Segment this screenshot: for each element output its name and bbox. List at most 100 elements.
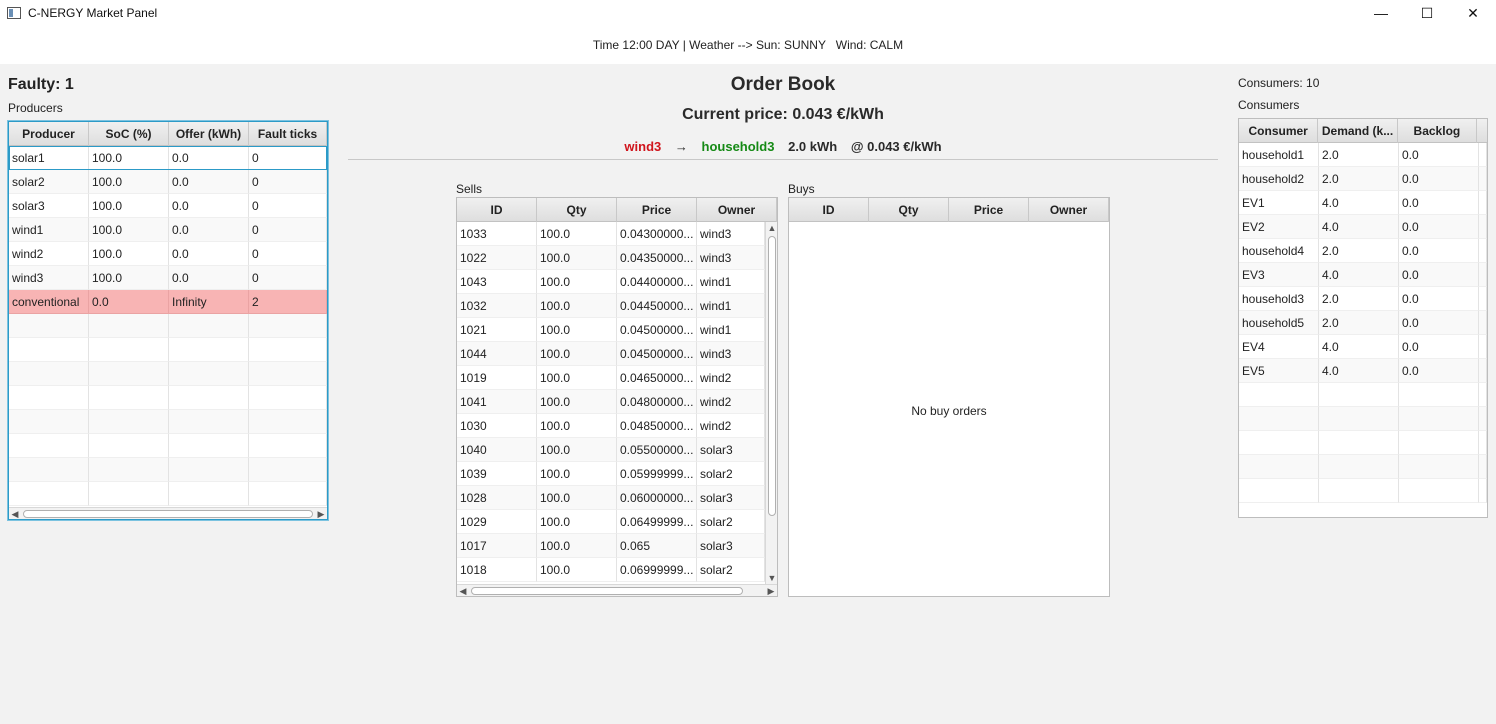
table-row[interactable]: wind2 100.0 0.0 0	[9, 242, 327, 266]
table-row[interactable]: 1032 100.0 0.04450000... wind1	[457, 294, 765, 318]
table-cell: 0.04500000...	[617, 318, 697, 342]
table-cell: 4.0	[1319, 215, 1399, 239]
table-row[interactable]: conventional 0.0 Infinity 2	[9, 290, 327, 314]
table-row[interactable]: solar2 100.0 0.0 0	[9, 170, 327, 194]
column-header-qty[interactable]: Qty	[537, 198, 617, 222]
table-cell: 100.0	[89, 218, 169, 242]
table-cell	[89, 410, 169, 434]
table-cell	[1399, 431, 1479, 455]
table-row[interactable]: household5 2.0 0.0	[1239, 311, 1487, 335]
table-row[interactable]: 1019 100.0 0.04650000... wind2	[457, 366, 765, 390]
table-cell	[169, 386, 249, 410]
scroll-left-icon[interactable]: ◀	[457, 585, 469, 597]
table-row[interactable]: wind3 100.0 0.0 0	[9, 266, 327, 290]
empty-row[interactable]	[1239, 455, 1487, 479]
scroll-thumb[interactable]	[23, 509, 313, 518]
table-row[interactable]: 1030 100.0 0.04850000... wind2	[457, 414, 765, 438]
column-header-soc[interactable]: SoC (%)	[89, 122, 169, 146]
table-row[interactable]: solar3 100.0 0.0 0	[9, 194, 327, 218]
close-button[interactable]: ✕	[1450, 0, 1496, 26]
table-row[interactable]: 1021 100.0 0.04500000... wind1	[457, 318, 765, 342]
table-cell: wind3	[697, 246, 765, 270]
column-header-qty[interactable]: Qty	[869, 198, 949, 222]
scroll-right-icon[interactable]: ▶	[765, 585, 777, 597]
maximize-button[interactable]: ☐	[1404, 0, 1450, 26]
table-cell: 0.04800000...	[617, 390, 697, 414]
column-header-id[interactable]: ID	[457, 198, 537, 222]
minimize-button[interactable]: —	[1358, 0, 1404, 26]
table-cell	[9, 482, 89, 506]
sells-horizontal-scrollbar[interactable]: ◀ ▶	[457, 584, 777, 596]
scroll-up-icon[interactable]: ▲	[766, 222, 777, 234]
scroll-left-icon[interactable]: ◀	[9, 508, 21, 520]
table-row[interactable]: solar1 100.0 0.0 0	[9, 146, 327, 170]
table-row[interactable]: EV4 4.0 0.0	[1239, 335, 1487, 359]
table-cell	[1479, 167, 1487, 191]
table-row[interactable]: EV1 4.0 0.0	[1239, 191, 1487, 215]
scroll-down-icon[interactable]: ▼	[766, 572, 777, 584]
table-cell: 0	[249, 266, 327, 290]
sells-vertical-scrollbar[interactable]: ▲ ▼	[765, 222, 777, 584]
table-row[interactable]: household1 2.0 0.0	[1239, 143, 1487, 167]
empty-row[interactable]	[9, 314, 327, 338]
table-row[interactable]: 1039 100.0 0.05999999... solar2	[457, 462, 765, 486]
table-row[interactable]: household4 2.0 0.0	[1239, 239, 1487, 263]
empty-row[interactable]	[1239, 479, 1487, 503]
empty-row[interactable]	[9, 482, 327, 506]
table-row[interactable]: 1041 100.0 0.04800000... wind2	[457, 390, 765, 414]
column-header-demand[interactable]: Demand (k...	[1318, 119, 1398, 143]
column-header-consumer[interactable]: Consumer	[1239, 119, 1319, 143]
empty-row[interactable]	[1239, 431, 1487, 455]
table-cell	[169, 338, 249, 362]
table-row[interactable]: 1040 100.0 0.05500000... solar3	[457, 438, 765, 462]
empty-row[interactable]	[9, 410, 327, 434]
table-row[interactable]: household3 2.0 0.0	[1239, 287, 1487, 311]
table-row[interactable]: 1018 100.0 0.06999999... solar2	[457, 558, 765, 582]
empty-row[interactable]	[9, 458, 327, 482]
table-row[interactable]: 1029 100.0 0.06499999... solar2	[457, 510, 765, 534]
table-cell: solar1	[9, 146, 89, 170]
empty-row[interactable]	[9, 434, 327, 458]
table-row[interactable]: 1028 100.0 0.06000000... solar3	[457, 486, 765, 510]
table-row[interactable]: 1033 100.0 0.04300000... wind3	[457, 222, 765, 246]
scroll-thumb[interactable]	[471, 586, 743, 595]
table-row[interactable]: 1044 100.0 0.04500000... wind3	[457, 342, 765, 366]
table-cell: 0.0	[89, 290, 169, 314]
table-row[interactable]: household2 2.0 0.0	[1239, 167, 1487, 191]
table-cell: 1033	[457, 222, 537, 246]
empty-row[interactable]	[9, 362, 327, 386]
consumers-table[interactable]: Consumer Demand (k... Backlog household1…	[1238, 118, 1488, 518]
empty-row[interactable]	[1239, 383, 1487, 407]
table-row[interactable]: EV2 4.0 0.0	[1239, 215, 1487, 239]
producers-table[interactable]: Producer SoC (%) Offer (kWh) Fault ticks…	[8, 121, 328, 520]
table-row[interactable]: EV5 4.0 0.0	[1239, 359, 1487, 383]
scroll-right-icon[interactable]: ▶	[315, 508, 327, 520]
table-cell	[1479, 455, 1487, 479]
producers-horizontal-scrollbar[interactable]: ◀ ▶	[9, 507, 327, 519]
scroll-thumb[interactable]	[768, 236, 776, 516]
table-row[interactable]: 1017 100.0 0.065 solar3	[457, 534, 765, 558]
empty-row[interactable]	[9, 338, 327, 362]
buys-table[interactable]: ID Qty Price Owner No buy orders	[788, 197, 1110, 597]
column-header-producer[interactable]: Producer	[9, 122, 89, 146]
column-header-backlog[interactable]: Backlog	[1398, 119, 1478, 143]
table-cell: household5	[1239, 311, 1319, 335]
column-header-fault-ticks[interactable]: Fault ticks	[249, 122, 327, 146]
sells-table[interactable]: ID Qty Price Owner 1033 100.0 0.04300000..…	[456, 197, 778, 597]
table-row[interactable]: 1022 100.0 0.04350000... wind3	[457, 246, 765, 270]
table-row[interactable]: 1043 100.0 0.04400000... wind1	[457, 270, 765, 294]
table-cell: EV1	[1239, 191, 1319, 215]
column-header-offer[interactable]: Offer (kWh)	[169, 122, 249, 146]
empty-placeholder: No buy orders	[911, 404, 987, 418]
empty-row[interactable]	[9, 386, 327, 410]
column-header-id[interactable]: ID	[789, 198, 869, 222]
table-row[interactable]: wind1 100.0 0.0 0	[9, 218, 327, 242]
table-row[interactable]: EV3 4.0 0.0	[1239, 263, 1487, 287]
table-cell	[169, 482, 249, 506]
table-cell	[89, 314, 169, 338]
column-header-owner[interactable]: Owner	[697, 198, 777, 222]
column-header-owner[interactable]: Owner	[1029, 198, 1109, 222]
column-header-price[interactable]: Price	[949, 198, 1029, 222]
column-header-price[interactable]: Price	[617, 198, 697, 222]
empty-row[interactable]	[1239, 407, 1487, 431]
